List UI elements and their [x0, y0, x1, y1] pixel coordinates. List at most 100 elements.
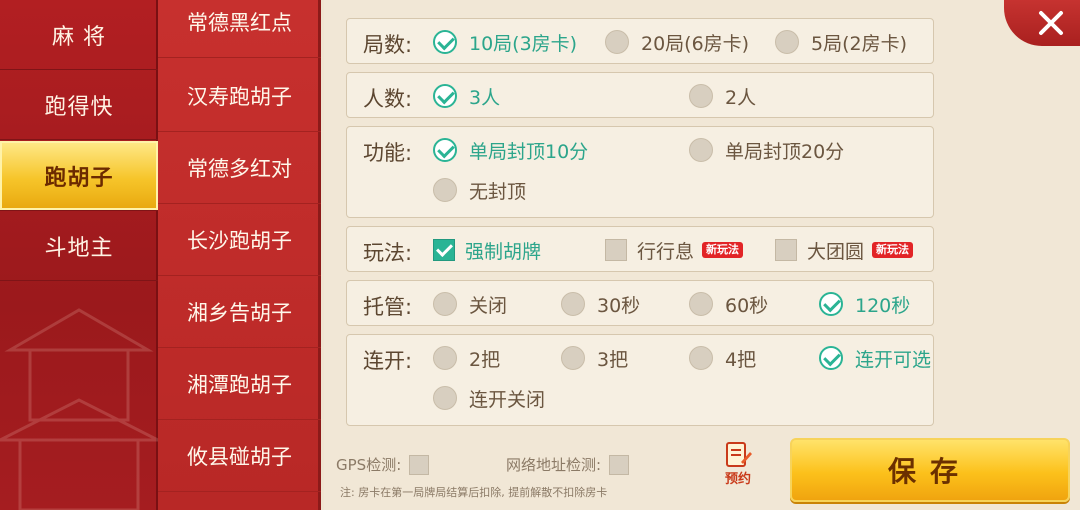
radio-icon: [689, 138, 713, 162]
game-item-xiangtan-paohuzi[interactable]: 湘潭跑胡子: [158, 348, 321, 420]
game-label: 长沙跑胡子: [187, 228, 292, 253]
players-option-3[interactable]: 3人: [433, 81, 500, 111]
radio-icon: [689, 84, 713, 108]
continue-option-3[interactable]: 3把: [561, 343, 628, 373]
checkbox-icon: [775, 239, 797, 261]
function-option-cap20[interactable]: 单局封顶20分: [689, 135, 844, 165]
continue-option-2[interactable]: 2把: [433, 343, 500, 373]
game-label: 汉寿跑胡子: [187, 84, 292, 109]
play-group: 玩法: 强制胡牌 行行息 新玩法 大团圆 新玩法: [346, 226, 934, 272]
checkbox-icon: [605, 239, 627, 261]
category-sidebar: 麻 将 跑得快 跑胡子 斗地主: [0, 0, 158, 510]
radio-checked-icon: [819, 292, 843, 316]
game-list: 常德黑红点 汉寿跑胡子 常德多红对 长沙跑胡子 湘乡告胡子 湘潭跑胡子 攸县碰胡…: [158, 0, 321, 510]
save-button[interactable]: 保存: [790, 438, 1070, 502]
category-doudizhu[interactable]: 斗地主: [0, 211, 158, 281]
players-label: 人数:: [363, 87, 413, 111]
game-item-youxian-penghuzi[interactable]: 攸县碰胡子: [158, 420, 321, 492]
gps-check-label: GPS检测:: [336, 456, 402, 474]
radio-icon: [605, 30, 629, 54]
game-label: 湘潭跑胡子: [187, 372, 292, 397]
auto-option-60s[interactable]: 60秒: [689, 289, 768, 319]
new-rule-badge: 新玩法: [872, 242, 914, 258]
option-label: 强制胡牌: [465, 240, 542, 263]
radio-icon: [689, 292, 713, 316]
radio-checked-icon: [819, 346, 843, 370]
rounds-option-10[interactable]: 10局(3房卡): [433, 27, 577, 57]
players-group: 人数: 3人 2人: [346, 72, 934, 118]
players-option-2[interactable]: 2人: [689, 81, 756, 111]
reserve-button[interactable]: 预约: [716, 440, 760, 490]
radio-icon: [433, 346, 457, 370]
option-label: 单局封顶20分: [725, 140, 845, 163]
function-label: 功能:: [363, 141, 413, 165]
option-label: 连开可选: [855, 348, 932, 371]
option-label: 60秒: [725, 294, 769, 317]
option-label: 行行息: [637, 240, 695, 263]
function-group: 功能: 单局封顶10分 单局封顶20分 无封顶: [346, 126, 934, 218]
category-paodekuai[interactable]: 跑得快: [0, 70, 158, 140]
option-label: 3把: [597, 348, 629, 371]
save-label: 保存: [887, 455, 972, 488]
checkbox-icon: [609, 454, 630, 475]
option-label: 2人: [725, 86, 757, 109]
game-item-changde-duohongdui[interactable]: 常德多红对: [158, 132, 321, 204]
radio-icon: [433, 386, 457, 410]
play-option-datuanyuan[interactable]: 大团圆 新玩法: [775, 235, 914, 265]
game-item-xiangxiang-gaohuzi[interactable]: 湘乡告胡子: [158, 276, 321, 348]
continue-option-off[interactable]: 连开关闭: [433, 383, 545, 413]
option-label: 大团圆: [807, 240, 865, 263]
option-label: 10局(3房卡): [469, 32, 578, 55]
continue-group: 连开: 2把 3把 4把 连开可选 连开关闭: [346, 334, 934, 426]
continue-option-selectable[interactable]: 连开可选: [819, 343, 931, 373]
radio-icon: [433, 292, 457, 316]
option-label: 5局(2房卡): [811, 32, 908, 55]
option-label: 无封顶: [469, 180, 527, 203]
radio-icon: [689, 346, 713, 370]
option-label: 120秒: [855, 294, 911, 317]
checkbox-checked-icon: [433, 239, 455, 261]
gps-check[interactable]: GPS检测:: [336, 454, 430, 475]
rounds-option-5[interactable]: 5局(2房卡): [775, 27, 907, 57]
function-option-cap10[interactable]: 单局封顶10分: [433, 135, 588, 165]
continue-option-4[interactable]: 4把: [689, 343, 756, 373]
game-label: 常德多红对: [187, 156, 292, 181]
auto-option-off[interactable]: 关闭: [433, 289, 507, 319]
category-mahjong[interactable]: 麻 将: [0, 0, 158, 70]
category-label: 麻 将: [52, 24, 106, 50]
rounds-option-20[interactable]: 20局(6房卡): [605, 27, 749, 57]
options-panel: 局数: 10局(3房卡) 20局(6房卡) 5局(2房卡) 人数: 3人 2人 …: [324, 0, 1080, 510]
game-label: 攸县碰胡子: [187, 444, 292, 469]
play-option-forced-hu[interactable]: 强制胡牌: [433, 235, 541, 265]
continue-label: 连开:: [363, 349, 413, 373]
radio-icon: [433, 178, 457, 202]
option-label: 20局(6房卡): [641, 32, 750, 55]
auto-option-30s[interactable]: 30秒: [561, 289, 640, 319]
play-option-hanghangxi[interactable]: 行行息 新玩法: [605, 235, 744, 265]
ip-check-label: 网络地址检测:: [506, 456, 602, 474]
option-label: 2把: [469, 348, 501, 371]
option-label: 4把: [725, 348, 757, 371]
game-label: 常德黑红点: [187, 10, 292, 35]
radio-icon: [775, 30, 799, 54]
game-item-hanshou-paohuzi[interactable]: 汉寿跑胡子: [158, 60, 321, 132]
function-option-nocap[interactable]: 无封顶: [433, 175, 526, 205]
reserve-notepad-icon: [726, 442, 752, 467]
category-label: 跑得快: [44, 94, 114, 120]
game-label: 湘乡告胡子: [187, 300, 292, 325]
category-paohuzi[interactable]: 跑胡子: [0, 141, 158, 211]
auto-label: 托管:: [363, 295, 413, 319]
close-icon: [1039, 11, 1063, 35]
option-label: 3人: [469, 86, 501, 109]
play-label: 玩法:: [363, 241, 413, 265]
option-label: 单局封顶10分: [469, 140, 589, 163]
radio-icon: [561, 346, 585, 370]
game-item-changsha-paohuzi[interactable]: 长沙跑胡子: [158, 204, 321, 276]
new-rule-badge: 新玩法: [702, 242, 744, 258]
option-label: 连开关闭: [469, 388, 546, 411]
auto-option-120s[interactable]: 120秒: [819, 289, 910, 319]
category-label: 斗地主: [44, 235, 114, 261]
ip-check[interactable]: 网络地址检测:: [506, 454, 630, 475]
game-item-changde-heihongdian[interactable]: 常德黑红点: [158, 0, 321, 58]
rounds-group: 局数: 10局(3房卡) 20局(6房卡) 5局(2房卡): [346, 18, 934, 64]
